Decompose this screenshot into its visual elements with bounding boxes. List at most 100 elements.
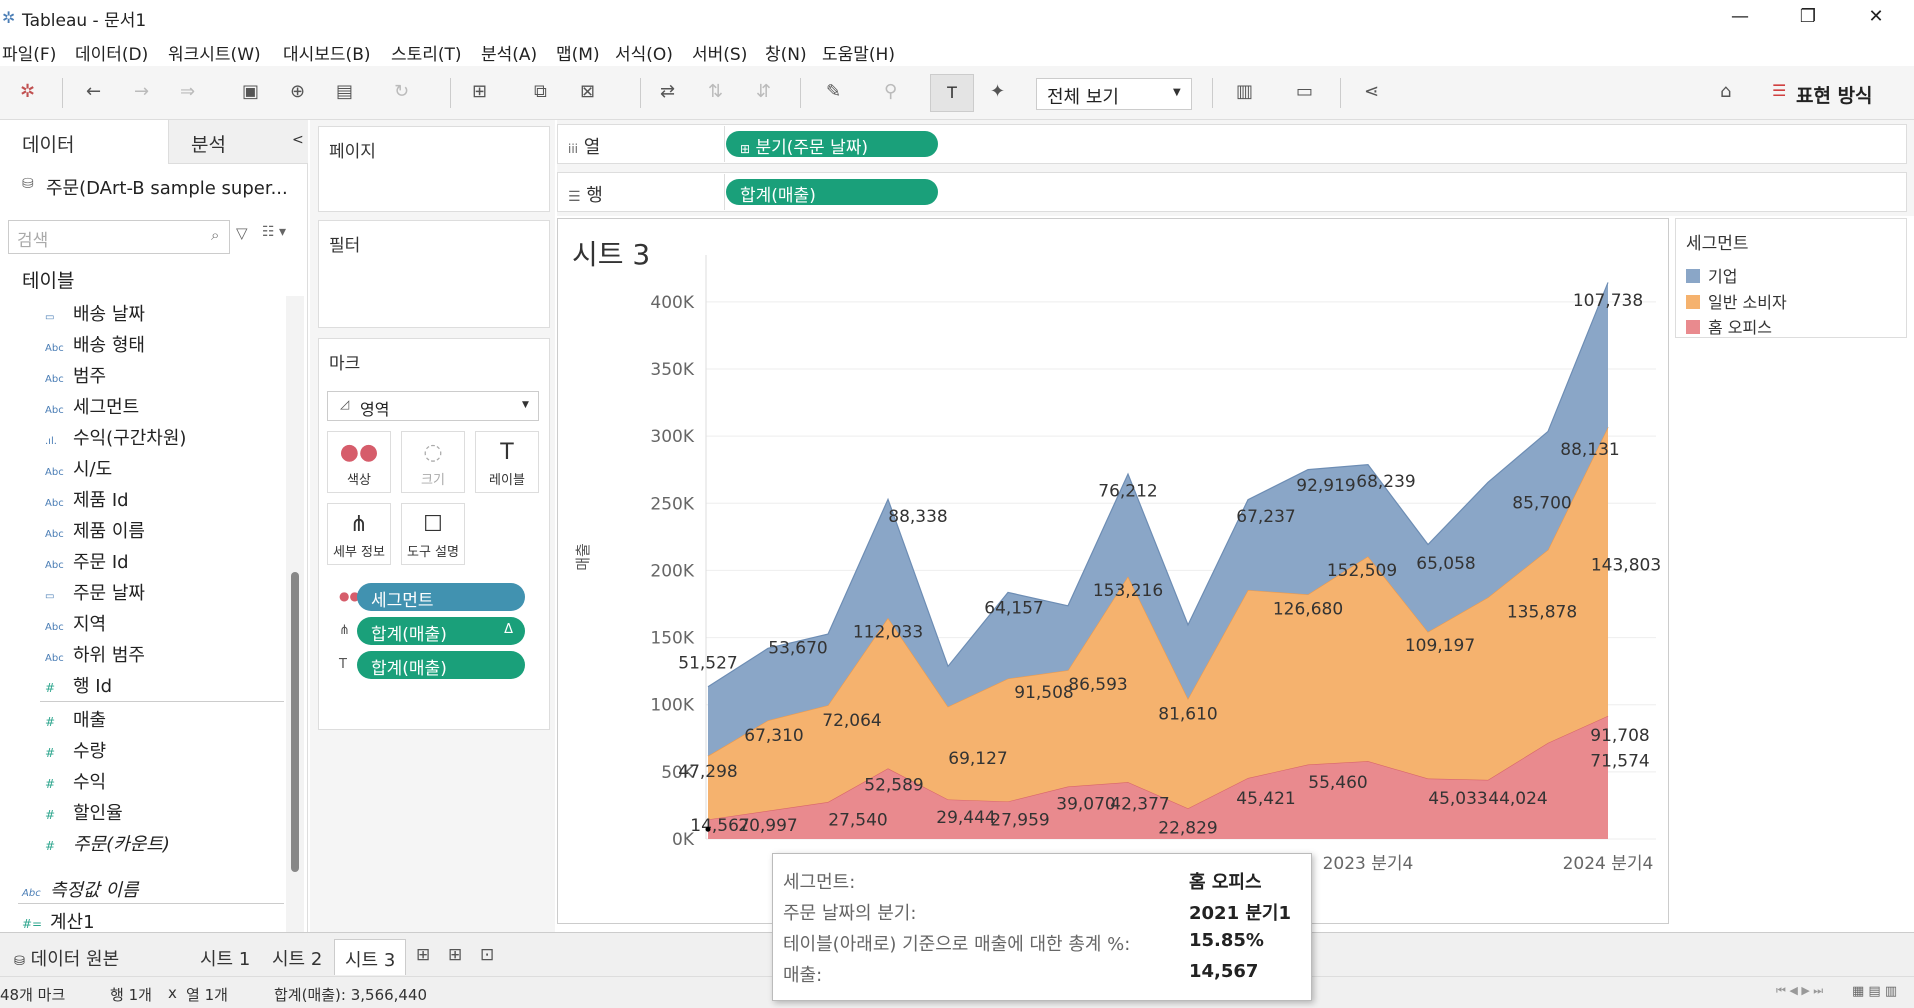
field-item[interactable]: # 주문(카운트)	[45, 830, 170, 856]
field-item[interactable]: Abc 지역	[45, 610, 106, 636]
replay-icon[interactable]: ⇒	[180, 81, 195, 102]
menu-analysis[interactable]: 분석(A)	[481, 40, 537, 65]
new-worksheet-icon[interactable]: ⊞	[416, 945, 430, 965]
sales-tooltip-pill[interactable]: 합계(매출) Δ	[357, 617, 525, 645]
show-cards-icon[interactable]: ▥	[1236, 81, 1253, 102]
marks-title: 마크	[329, 354, 361, 374]
legend-item[interactable]: 기업	[1686, 263, 1737, 287]
menu-story[interactable]: 스토리(T)	[391, 40, 462, 65]
size-button[interactable]: ◌ 크기	[401, 431, 465, 493]
fix-axes-icon[interactable]: ✦	[990, 81, 1005, 102]
field-item[interactable]: Abc 시/도	[45, 455, 112, 481]
area-chart[interactable]: 0K50K100K150K200K250K300K350K400K매출51,52…	[558, 219, 1668, 923]
field-item[interactable]: Abc 범주	[45, 362, 106, 388]
scrollbar-track[interactable]	[286, 296, 304, 932]
field-item[interactable]: # 매출	[45, 706, 106, 732]
redo-icon[interactable]: →	[134, 81, 149, 102]
duplicate-sheet-icon[interactable]: ⧉	[534, 81, 547, 102]
new-datasource-icon[interactable]: ⊕	[290, 81, 305, 102]
field-item[interactable]: Abc 주문 Id	[45, 548, 129, 574]
quarter-pill[interactable]: ⊞ 분기(주문 날짜)	[726, 131, 938, 158]
field-item[interactable]: ▭ 배송 날짜	[45, 300, 145, 326]
menu-data[interactable]: 데이터(D)	[75, 40, 148, 65]
mark-type-select[interactable]: ◿ 영역 ▼	[327, 391, 539, 421]
field-item[interactable]: # 할인율	[45, 799, 123, 825]
collapse-pane-icon[interactable]: <	[292, 132, 304, 148]
field-item[interactable]: # 행 Id	[45, 672, 112, 698]
color-button[interactable]: ●● 색상	[327, 431, 391, 493]
field-item[interactable]: # 수량	[45, 737, 106, 763]
field-item[interactable]: Abc 제품 이름	[45, 517, 145, 543]
menu-window[interactable]: 창(N)	[765, 40, 807, 65]
menu-help[interactable]: 도움말(H)	[822, 40, 895, 65]
data-label: 45,421	[1236, 789, 1295, 809]
rows-shelf[interactable]: ☰ 행 합계(매출)	[557, 172, 1907, 212]
datasource-tab[interactable]: ⛁ 데이터 원본	[4, 939, 129, 975]
show-labels-icon[interactable]: T	[930, 74, 974, 112]
sort-asc-icon[interactable]: ⇅	[708, 81, 723, 102]
field-item[interactable]: # 수익	[45, 768, 106, 794]
scrollbar-thumb[interactable]	[291, 572, 299, 872]
field-item[interactable]: Abc 세그먼트	[45, 393, 139, 419]
fit-select-value: 전체 보기	[1047, 87, 1119, 108]
measure-names-field[interactable]: Abc 측정값 이름	[22, 876, 139, 902]
view-options-icon[interactable]: ☷ ▾	[262, 224, 286, 240]
field-item[interactable]: Abc 제품 Id	[45, 486, 129, 512]
legend-item[interactable]: 홈 오피스	[1686, 314, 1772, 338]
tab-sheet3[interactable]: 시트 3	[334, 939, 407, 975]
filters-card[interactable]: 필터	[318, 220, 550, 328]
close-button[interactable]: ✕	[1848, 2, 1904, 32]
tooltip-button[interactable]: ☐ 도구 설명	[401, 503, 465, 565]
show-me-button[interactable]: 표현 방식	[1796, 81, 1873, 108]
legend-item[interactable]: 일반 소비자	[1686, 289, 1787, 313]
calc-field[interactable]: #= 계산1	[22, 908, 95, 934]
label-button[interactable]: T 레이블	[475, 431, 539, 493]
menu-worksheet[interactable]: 워크시트(W)	[168, 40, 261, 65]
menu-file[interactable]: 파일(F)	[2, 40, 56, 65]
presentation-icon[interactable]: ▭	[1296, 81, 1313, 102]
new-dashboard-icon[interactable]: ⊞	[448, 945, 462, 965]
save-icon[interactable]: ▣	[242, 81, 259, 102]
fit-select[interactable]: 전체 보기 ▼	[1036, 78, 1192, 110]
undo-icon[interactable]: ←	[86, 81, 101, 102]
sales-label-pill[interactable]: 합계(매출)	[357, 651, 525, 679]
sort-desc-icon[interactable]: ⇵	[756, 81, 771, 102]
menu-format[interactable]: 서식(O)	[615, 40, 673, 65]
search-input[interactable]: 검색 ⌕	[8, 220, 230, 254]
pause-updates-icon[interactable]: ▤	[336, 81, 353, 102]
share-icon[interactable]: ⋖	[1364, 81, 1379, 102]
field-item[interactable]: Abc 배송 형태	[45, 331, 145, 357]
format-painter-icon[interactable]: ⌂	[1720, 81, 1731, 102]
tab-sheet1[interactable]: 시트 1	[190, 939, 260, 975]
new-story-icon[interactable]: ⊡	[480, 945, 494, 965]
datasource-name[interactable]: 주문(DArt-B sample super...	[46, 174, 288, 200]
view-mode-icons[interactable]: ▦ ▤ ▥	[1852, 984, 1897, 999]
nav-icons[interactable]: ⏮ ◀ ▶ ⏭	[1776, 984, 1823, 998]
segment-pill[interactable]: 세그먼트	[357, 583, 525, 611]
detail-button[interactable]: ⋔ 세부 정보	[327, 503, 391, 565]
pages-card[interactable]: 페이지	[318, 126, 550, 212]
tableau-home-icon[interactable]: ✲	[20, 81, 35, 102]
tab-data[interactable]: 데이터	[0, 120, 168, 164]
show-me-icon[interactable]: ☰	[1772, 81, 1786, 100]
tab-analysis[interactable]: 분석	[168, 120, 308, 164]
group-icon[interactable]: ⚲	[884, 81, 897, 102]
highlight-icon[interactable]: ✎	[826, 81, 841, 102]
minimize-button[interactable]: —	[1712, 2, 1768, 32]
menu-map[interactable]: 맵(M)	[556, 40, 600, 65]
clear-sheet-icon[interactable]: ⊠	[580, 81, 595, 102]
field-item[interactable]: Abc 하위 범주	[45, 641, 145, 667]
field-item[interactable]: ▭ 주문 날짜	[45, 579, 145, 605]
refresh-icon[interactable]: ↻	[394, 81, 409, 102]
new-worksheet-icon[interactable]: ⊞	[472, 81, 487, 102]
menu-dashboard[interactable]: 대시보드(B)	[283, 40, 371, 65]
menu-server[interactable]: 서버(S)	[692, 40, 747, 65]
sales-row-pill[interactable]: 합계(매출)	[726, 179, 938, 206]
swap-icon[interactable]: ⇄	[660, 81, 675, 102]
data-label: 112,033	[853, 623, 923, 643]
restore-button[interactable]: ❐	[1780, 2, 1836, 32]
filter-icon[interactable]: ▽	[236, 224, 248, 242]
field-item[interactable]: .ıl. 수익(구간차원)	[45, 424, 186, 450]
columns-shelf[interactable]: iii 열 ⊞ 분기(주문 날짜)	[557, 124, 1907, 164]
tab-sheet2[interactable]: 시트 2	[262, 939, 332, 975]
